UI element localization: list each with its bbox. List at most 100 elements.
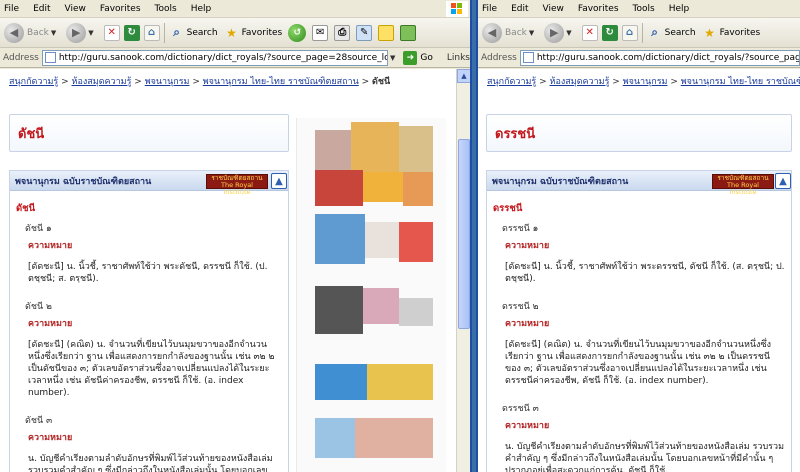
- windows-logo-icon: [446, 1, 468, 17]
- edit-icon[interactable]: ✎: [356, 24, 373, 41]
- definition-text: [ดัดชะนี] (คณิต) น. จำนวนที่เขียนไว้บนมุ…: [28, 340, 275, 398]
- menu-view[interactable]: View: [543, 4, 564, 14]
- sense-number: ดัชนี ๑: [25, 224, 52, 234]
- panel-title: พจนานุกรม ฉบับราชบัณฑิตยสถาน: [492, 176, 629, 187]
- address-bar: Address http://guru.sanook.com/dictionar…: [478, 48, 800, 68]
- menu-bar: File Edit View Favorites Tools Help: [0, 0, 470, 18]
- stop-icon[interactable]: ✕: [103, 24, 120, 41]
- scrollbar-thumb[interactable]: [458, 139, 470, 329]
- chevron-down-icon[interactable]: ▼: [88, 29, 93, 37]
- breadcrumb-link[interactable]: พจนานุกรม ไทย-ไทย ราชบัณฑิตยสถ: [681, 77, 800, 87]
- toolbar: ◀ Back ▼ ▶ ▼ ✕ ↻ ⌂ ⌕ Search ★ Favorites …: [0, 18, 470, 48]
- stop-icon[interactable]: ✕: [581, 24, 598, 41]
- search-button[interactable]: ⌕ Search: [647, 25, 695, 41]
- discuss-icon[interactable]: [378, 24, 395, 41]
- address-label: Address: [3, 52, 39, 63]
- sense-number: ดรรชนี ๓: [502, 404, 539, 414]
- browser-window-left: File Edit View Favorites Tools Help ◀ Ba…: [0, 0, 472, 472]
- refresh-icon[interactable]: ↻: [601, 24, 618, 41]
- menu-favorites[interactable]: Favorites: [578, 4, 619, 14]
- chevron-down-icon[interactable]: ▼: [566, 29, 571, 37]
- menu-favorites[interactable]: Favorites: [100, 4, 141, 14]
- back-label: Back: [27, 27, 49, 38]
- sense-number: ดรรชนี ๒: [502, 302, 539, 312]
- address-input[interactable]: http://guru.sanook.com/dictionary/dict_r…: [519, 49, 800, 66]
- page-title: ดรรชนี: [495, 126, 536, 142]
- page-title: ดัชนี: [18, 126, 45, 142]
- print-icon[interactable]: ⎙: [334, 24, 351, 41]
- menu-help[interactable]: Help: [669, 4, 690, 14]
- go-label: Go: [420, 52, 433, 63]
- breadcrumb-link[interactable]: พจนานุกรม: [623, 77, 668, 87]
- scroll-top-button[interactable]: ▲: [775, 173, 791, 189]
- history-icon[interactable]: ↺: [288, 23, 307, 42]
- back-button[interactable]: ◀ Back ▼: [482, 22, 538, 43]
- go-button[interactable]: ➜ Go: [403, 50, 433, 65]
- menu-bar: File Edit View Favorites Tools Help: [478, 0, 800, 18]
- menu-tools[interactable]: Tools: [633, 4, 655, 14]
- favorites-button[interactable]: ★ Favorites: [702, 25, 760, 41]
- breadcrumb-current: ดัชนี: [372, 77, 391, 87]
- search-icon: ⌕: [173, 25, 180, 39]
- menu-edit[interactable]: Edit: [33, 4, 50, 14]
- breadcrumb-link[interactable]: สนุกกัดวามรู้: [9, 77, 58, 87]
- definition-text: น. บัญชีคำเรียงตามลำดับอักษรที่พิมพ์ไว้ส…: [505, 442, 784, 472]
- menu-edit[interactable]: Edit: [511, 4, 528, 14]
- star-icon: ★: [226, 25, 237, 40]
- menu-tools[interactable]: Tools: [155, 4, 177, 14]
- favorites-label: Favorites: [241, 27, 283, 38]
- favorites-button[interactable]: ★ Favorites: [224, 25, 283, 41]
- breadcrumb-link[interactable]: ห้องสมุดความรู้: [550, 77, 610, 87]
- menu-help[interactable]: Help: [191, 4, 212, 14]
- pixelated-ad-image[interactable]: [296, 118, 446, 472]
- messenger-icon[interactable]: [400, 24, 417, 41]
- page-title-box: ดรรชนี: [486, 114, 792, 152]
- entry-body: ดรรชนี ดรรชนี ๑ ความหมาย [ดัดชะนี] น. นิ…: [487, 191, 791, 472]
- menu-file[interactable]: File: [482, 4, 497, 14]
- scroll-up-icon[interactable]: ▲: [457, 69, 470, 83]
- back-label: Back: [505, 27, 527, 38]
- meaning-label: ความหมาย: [505, 241, 550, 251]
- search-button[interactable]: ⌕ Search: [169, 25, 217, 41]
- scroll-top-button[interactable]: ▲: [271, 173, 287, 189]
- browser-window-right: File Edit View Favorites Tools Help ◀ Ba…: [476, 0, 800, 472]
- definition-text: [ดัดชะนี] น. นิ้วชี้, ราชาศัพท์ใช้ว่า พร…: [505, 262, 785, 284]
- refresh-icon[interactable]: ↻: [123, 24, 140, 41]
- breadcrumb: สนุกกัดวามรู้ > ห้องสมุดความรู้ > พจนานุ…: [9, 77, 391, 87]
- chevron-down-icon[interactable]: ▼: [51, 29, 56, 37]
- back-arrow-icon: ◀: [482, 22, 502, 43]
- address-url: http://guru.sanook.com/dictionary/dict_r…: [536, 52, 800, 63]
- menu-file[interactable]: File: [4, 4, 19, 14]
- page-icon: [522, 52, 534, 63]
- vertical-scrollbar[interactable]: ▲: [456, 69, 470, 472]
- meaning-label: ความหมาย: [505, 421, 550, 431]
- headword: ดัชนี: [16, 203, 36, 214]
- chevron-down-icon[interactable]: ▼: [390, 54, 395, 62]
- address-bar: Address http://guru.sanook.com/dictionar…: [0, 48, 470, 68]
- breadcrumb-link[interactable]: พจนานุกรม ไทย-ไทย ราชบัณฑิตยสถาน: [203, 77, 359, 87]
- breadcrumb-link[interactable]: พจนานุกรม: [145, 77, 190, 87]
- forward-arrow-icon: ▶: [66, 22, 87, 43]
- chevron-down-icon[interactable]: ▼: [529, 29, 534, 37]
- sense-number: ดรรชนี ๑: [502, 224, 539, 234]
- page-content: สนุกกัดวามรู้ > ห้องสมุดความรู้ > พจนานุ…: [478, 69, 800, 472]
- breadcrumb-link[interactable]: ห้องสมุดความรู้: [72, 77, 132, 87]
- address-label: Address: [481, 52, 517, 63]
- address-url: http://guru.sanook.com/dictionary/dict_r…: [58, 52, 388, 63]
- search-icon: ⌕: [651, 25, 658, 39]
- meaning-label: ความหมาย: [28, 319, 73, 329]
- page-title-box: ดัชนี: [9, 114, 289, 152]
- forward-button[interactable]: ▶ ▼: [66, 22, 97, 43]
- links-button[interactable]: Links: [447, 53, 470, 63]
- toolbar: ◀ Back ▼ ▶ ▼ ✕ ↻ ⌂ ⌕ Search ★ Favorites: [478, 18, 800, 48]
- home-icon[interactable]: ⌂: [143, 24, 160, 41]
- royal-institute-logo: ราชบัณฑิตยสถาน The Royal Institute: [712, 174, 774, 196]
- back-button[interactable]: ◀ Back ▼: [4, 22, 60, 43]
- forward-button[interactable]: ▶ ▼: [544, 22, 575, 43]
- menu-view[interactable]: View: [65, 4, 86, 14]
- home-icon[interactable]: ⌂: [621, 24, 638, 41]
- address-input[interactable]: http://guru.sanook.com/dictionary/dict_r…: [41, 49, 388, 66]
- meaning-label: ความหมาย: [28, 433, 73, 443]
- breadcrumb-link[interactable]: สนุกกัดวามรู้: [487, 77, 536, 87]
- mail-icon[interactable]: ✉: [312, 24, 329, 41]
